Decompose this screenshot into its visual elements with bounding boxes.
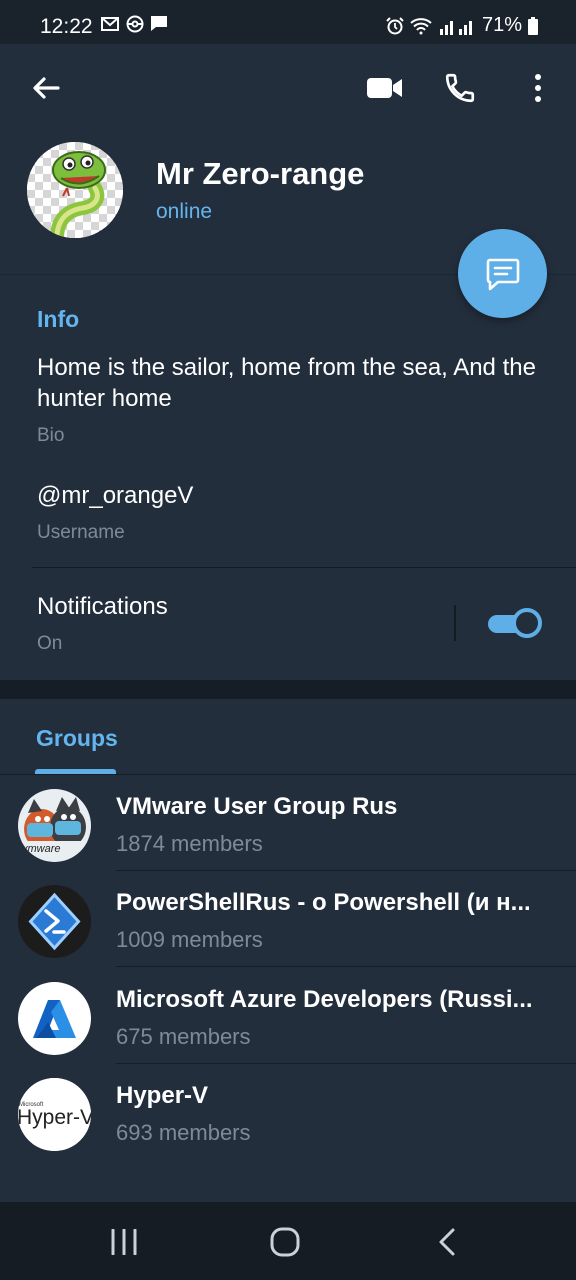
hyperv-avatar: Microsoft Hyper-V [18, 1078, 91, 1151]
status-system-icons: 71% [386, 14, 538, 37]
group-name: PowerShellRus - о Powershell (и н... [116, 889, 531, 916]
alarm-icon [386, 16, 404, 34]
snake-avatar-icon [27, 142, 123, 238]
status-notification-icons [100, 15, 168, 33]
chat-bubble-icon [486, 258, 519, 290]
message-icon [151, 16, 167, 31]
battery-icon [528, 16, 538, 35]
system-nav-bar [0, 1202, 576, 1280]
username-caption: Username [37, 522, 125, 543]
notifications-toggle[interactable] [488, 608, 542, 638]
more-vertical-icon [535, 74, 541, 102]
tab-groups[interactable]: Groups [36, 725, 118, 752]
group-row-azure[interactable]: Microsoft Azure Developers (Russi... 675… [0, 968, 576, 1064]
bio-caption: Bio [37, 425, 65, 446]
send-message-button[interactable] [458, 229, 547, 318]
arrow-left-icon [33, 77, 60, 99]
system-back-button[interactable] [425, 1222, 469, 1262]
azure-avatar [18, 982, 91, 1055]
groups-section: Groups vmware VMware User Group Rus 1874… [0, 699, 576, 1202]
battery-percent: 71% [481, 14, 522, 36]
notifications-status: On [37, 633, 63, 654]
home-button[interactable] [263, 1222, 307, 1262]
group-name: Microsoft Azure Developers (Russi... [116, 986, 533, 1013]
azure-logo-icon [18, 982, 91, 1055]
section-gap [0, 680, 576, 699]
phone-icon [445, 73, 475, 103]
group-name: VMware User Group Rus [116, 793, 398, 820]
home-icon [270, 1227, 300, 1257]
group-name: Hyper-V [116, 1082, 209, 1109]
powershell-icon [18, 885, 91, 958]
video-call-button[interactable] [363, 66, 407, 110]
group-members: 1874 members [116, 831, 263, 856]
signal-icon [439, 20, 472, 35]
chevron-left-icon [439, 1228, 455, 1256]
powershell-avatar [18, 885, 91, 958]
bio-text[interactable]: Home is the sailor, home from the sea, A… [37, 352, 547, 414]
group-members: 1009 members [116, 927, 263, 952]
info-section: Info Home is the sailor, home from the s… [0, 275, 576, 680]
group-members: 693 members [116, 1120, 251, 1145]
hyperv-logo-icon: Microsoft Hyper-V [18, 1078, 91, 1151]
back-button[interactable] [26, 68, 66, 108]
svg-text:vmware: vmware [22, 843, 61, 855]
toggle-separator [454, 605, 456, 641]
pokeball-icon [126, 15, 144, 33]
profile-online-status: online [156, 200, 213, 223]
vmware-cats-avatar: vmware [18, 789, 91, 862]
recent-apps-icon [111, 1229, 137, 1255]
username-value[interactable]: @mr_orangeV [37, 482, 193, 510]
divider [32, 567, 576, 568]
recent-apps-button[interactable] [102, 1222, 146, 1262]
profile-name: Mr Zero-range [156, 156, 365, 191]
group-row-vmware[interactable]: vmware VMware User Group Rus 1874 member… [0, 775, 576, 871]
voice-call-button[interactable] [438, 66, 482, 110]
wifi-icon [410, 17, 432, 34]
vmware-cats-icon: vmware [18, 789, 91, 862]
video-camera-icon [367, 78, 402, 98]
gmail-icon [101, 17, 119, 31]
svg-text:Hyper-V: Hyper-V [18, 1106, 91, 1129]
info-section-title: Info [37, 306, 80, 332]
group-row-hyperv[interactable]: Microsoft Hyper-V Hyper-V 693 members [0, 1064, 576, 1160]
status-time: 12:22 [40, 15, 93, 38]
group-members: 675 members [116, 1024, 251, 1049]
profile-avatar[interactable] [27, 142, 123, 238]
row-divider [116, 966, 576, 967]
group-row-powershell[interactable]: PowerShellRus - о Powershell (и н... 100… [0, 871, 576, 967]
more-options-button[interactable] [516, 66, 560, 110]
notifications-label[interactable]: Notifications [37, 593, 168, 621]
status-bar: 12:22 71% [0, 0, 576, 44]
toggle-knob [512, 608, 542, 638]
